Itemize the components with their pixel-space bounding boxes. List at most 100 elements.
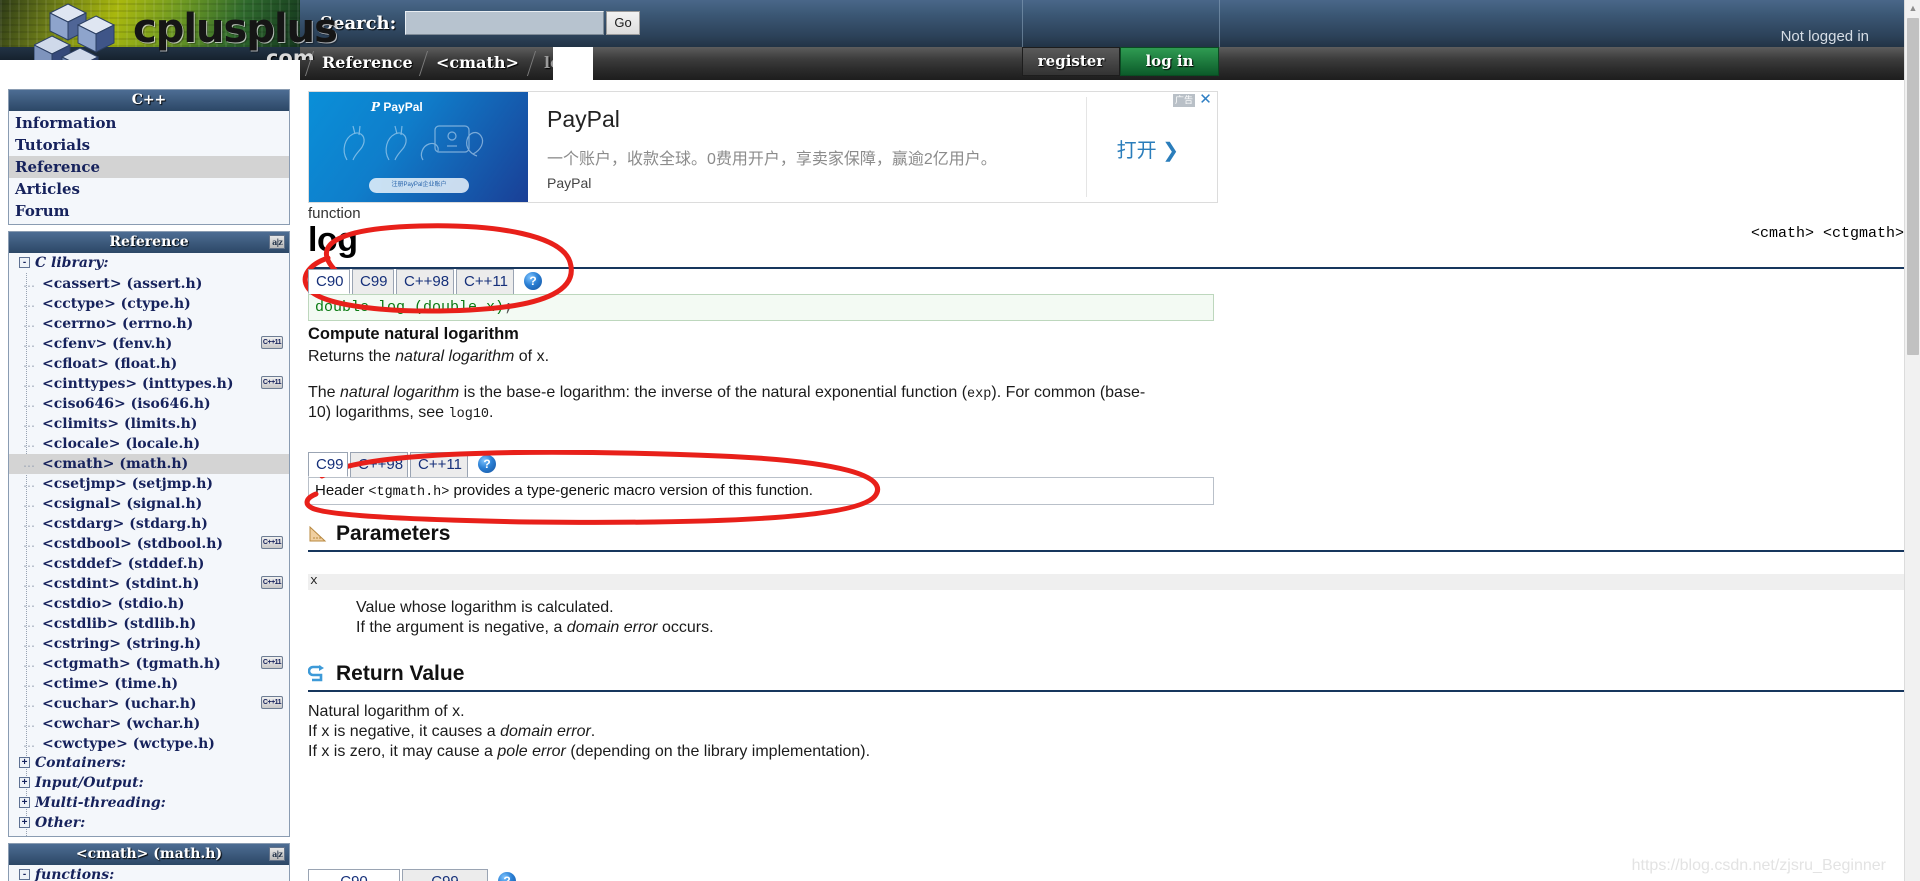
reference-tree-item[interactable]: … <ctgmath> (tgmath.h) C++11	[9, 654, 289, 674]
cpp11-badge: C++11	[261, 576, 283, 589]
reference-tree-item[interactable]: … <cuchar> (uchar.h) C++11	[9, 694, 289, 714]
sidebar-item-reference[interactable]: Reference	[9, 156, 289, 178]
version-tab-cpp11[interactable]: C++11	[456, 269, 514, 294]
version-tab-c90[interactable]: C90	[308, 269, 350, 294]
expand-toggle-icon[interactable]: +	[19, 817, 30, 828]
reference-tree-item[interactable]: … <cstdint> (stdint.h) C++11	[9, 574, 289, 594]
expand-toggle-icon[interactable]: +	[19, 757, 30, 768]
ad-close-icon[interactable]: ✕	[1198, 92, 1213, 108]
ad-image: P PayPal 注册PayPal企业账户	[309, 92, 528, 202]
collapse-toggle-icon[interactable]: -	[19, 257, 30, 268]
reference-tree-item[interactable]: … <cmath> (math.h)	[9, 454, 289, 474]
desc-2-code-exp[interactable]: exp	[967, 387, 991, 402]
reference-tree-item[interactable]: … <cstdio> (stdio.h)	[9, 594, 289, 614]
collapse-toggle-icon[interactable]: -	[19, 869, 30, 880]
return-2-pre: If x is negative, it causes a	[308, 723, 501, 740]
main-content: P PayPal 注册PayPal企业账户 PayPal 一个账户，收款全球。0…	[308, 83, 1904, 881]
reference-tree-item-label: <clocale> (locale.h)	[42, 436, 201, 452]
cpp-panel: C++ Information Tutorials Reference Article…	[8, 89, 290, 225]
reference-tree-item-label: <cctype> (ctype.h)	[42, 296, 191, 312]
tgmath-tab-cpp11[interactable]: C++11	[410, 452, 468, 477]
parameters-title: Parameters	[336, 522, 451, 545]
reference-tree-item[interactable]: … <cstring> (string.h)	[9, 634, 289, 654]
reference-tree-item[interactable]: … <csetjmp> (setjmp.h)	[9, 474, 289, 494]
parameter-row: x	[308, 573, 1904, 590]
cpp11-badge: C++11	[261, 656, 283, 669]
tgmath-tab-cpp98[interactable]: C++98	[350, 452, 408, 477]
sidebar-item-information[interactable]: Information	[9, 112, 289, 134]
reference-tree-item-label: <climits> (limits.h)	[42, 416, 198, 432]
reference-tree-item[interactable]: + Input/Output:	[9, 774, 289, 794]
tree-branch-icon: …	[23, 316, 36, 330]
reference-tree-item-label: <cstdint> (stdint.h)	[42, 576, 200, 592]
tree-branch-icon: …	[23, 536, 36, 550]
function-subtitle: Compute natural logarithm	[308, 325, 519, 343]
reference-tree-item[interactable]: … <ciso646> (iso646.h)	[9, 394, 289, 414]
help-icon[interactable]: ?	[524, 272, 542, 290]
reference-tree-item[interactable]: … <cfloat> (float.h)	[9, 354, 289, 374]
reference-tree-item[interactable]: … <cstdbool> (stdbool.h) C++11	[9, 534, 289, 554]
tgmath-note-panel: Header <tgmath.h> provides a type-generi…	[308, 477, 1214, 505]
tree-branch-icon: …	[23, 636, 36, 650]
tgmath-tab-c99[interactable]: C99	[308, 452, 348, 477]
reference-tree-item[interactable]: + Multi-threading:	[9, 794, 289, 814]
sidebar-item-tutorials[interactable]: Tutorials	[9, 134, 289, 156]
reference-tree-item[interactable]: … <cfenv> (fenv.h) C++11	[9, 334, 289, 354]
reference-tree-item[interactable]: … <cinttypes> (inttypes.h) C++11	[9, 374, 289, 394]
reference-tree-item[interactable]: … <climits> (limits.h)	[9, 414, 289, 434]
reference-tree-item[interactable]: … <cerrno> (errno.h)	[9, 314, 289, 334]
tgmath-help-icon[interactable]: ?	[478, 455, 496, 473]
advertisement-banner[interactable]: P PayPal 注册PayPal企业账户 PayPal 一个账户，收款全球。0…	[308, 91, 1218, 203]
cmath-alphabetical-index-icon[interactable]: a|z	[269, 847, 285, 861]
reference-tree-item[interactable]: + Other:	[9, 814, 289, 834]
login-status-text: Not logged in	[1780, 28, 1869, 45]
errno-help-icon[interactable]: ?	[498, 872, 516, 881]
sidebar-item-articles[interactable]: Articles	[9, 178, 289, 200]
scrollbar-up-arrow-icon[interactable]: ▲	[1905, 0, 1920, 17]
description-line-1: Returns the natural logarithm of x.	[308, 347, 549, 367]
return-value-text: Natural logarithm of x. If x is negative…	[308, 702, 1904, 762]
ad-open-button[interactable]: 打开 ❯	[1117, 134, 1179, 163]
reference-tree-item[interactable]: … <cstdarg> (stdarg.h)	[9, 514, 289, 534]
parameter-desc-line-1: Value whose logarithm is calculated.	[356, 599, 614, 616]
expand-toggle-icon[interactable]: +	[19, 777, 30, 788]
sidebar-item-forum[interactable]: Forum	[9, 200, 289, 222]
tree-branch-icon: …	[23, 576, 36, 590]
reference-tree-item[interactable]: … <cctype> (ctype.h)	[9, 294, 289, 314]
header-includes-links[interactable]: <cmath> <ctgmath>	[1751, 225, 1904, 242]
desc-2-pre: The	[308, 384, 341, 401]
reference-tree-item[interactable]: … <cassert> (assert.h)	[9, 274, 289, 294]
reference-tree-item-label: <cstddef> (stddef.h)	[42, 556, 205, 572]
desc-3-code-log10[interactable]: log10	[449, 407, 490, 422]
errno-tab-c90-cpp98[interactable]: C90 (C++98)	[308, 869, 400, 881]
reference-tree-item[interactable]: + Containers:	[9, 754, 289, 774]
reference-tree-item[interactable]: … <csignal> (signal.h)	[9, 494, 289, 514]
errno-tab-c99-cpp11[interactable]: C99 (C+11)	[402, 869, 488, 881]
reference-tree-item[interactable]: … <cstddef> (stddef.h)	[9, 554, 289, 574]
alphabetical-index-icon[interactable]: a|z	[269, 235, 285, 249]
errno-version-tabs: C90 (C++98) C99 (C+11) ?	[308, 869, 1214, 881]
register-button[interactable]: register	[1022, 47, 1120, 76]
cmath-group-functions[interactable]: - functions:	[9, 866, 289, 881]
reference-tree-item-label: Containers:	[35, 755, 127, 771]
reference-tree-item[interactable]: … <ctime> (time.h)	[9, 674, 289, 694]
prototype-function-name: log	[369, 299, 415, 316]
reference-panel: Reference a|z -C library: … <cassert> (ass…	[8, 231, 290, 837]
search-go-button[interactable]: Go	[606, 11, 640, 35]
version-tab-cpp98[interactable]: C++98	[396, 269, 454, 294]
expand-toggle-icon[interactable]: +	[19, 797, 30, 808]
cplusplus-logo-icon[interactable]	[34, 2, 130, 60]
breadcrumb-item-cmath[interactable]: <cmath>	[422, 47, 533, 80]
reference-tree-item[interactable]: -C library:	[9, 254, 289, 274]
reference-tree-item[interactable]: … <cstdlib> (stdlib.h)	[9, 614, 289, 634]
reference-tree-item[interactable]: … <cwchar> (wchar.h)	[9, 714, 289, 734]
login-button[interactable]: log in	[1120, 47, 1219, 76]
search-input[interactable]	[405, 11, 604, 35]
scrollbar-thumb[interactable]	[1907, 18, 1919, 355]
desc-1-post: of x.	[514, 348, 550, 365]
vertical-scrollbar[interactable]: ▲	[1904, 0, 1920, 881]
version-tab-c99[interactable]: C99	[352, 269, 394, 294]
reference-tree-item[interactable]: … <clocale> (locale.h)	[9, 434, 289, 454]
return-3-post: (depending on the library implementation…	[565, 743, 871, 760]
reference-tree-item[interactable]: … <cwctype> (wctype.h)	[9, 734, 289, 754]
